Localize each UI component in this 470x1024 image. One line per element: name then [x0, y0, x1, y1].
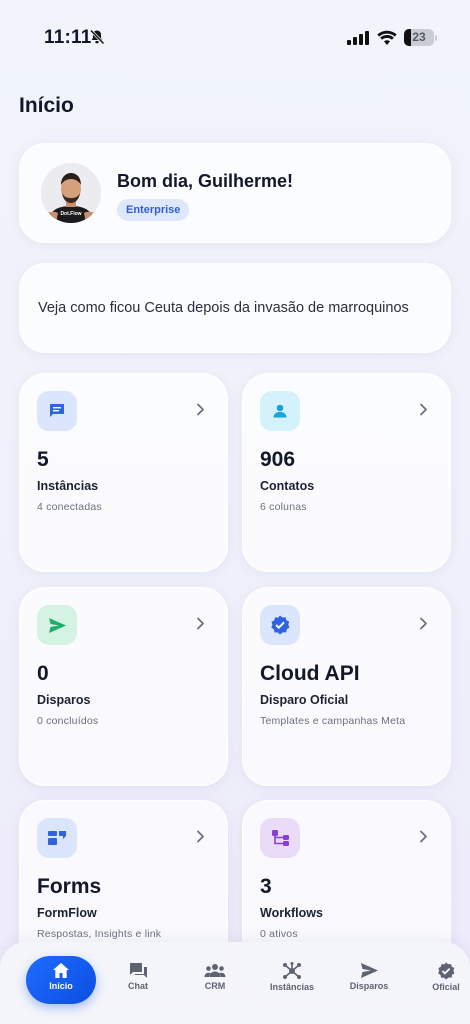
shirt-logo-text: Dot.Flow: [60, 211, 81, 217]
battery-level: 23: [412, 30, 426, 44]
profile-card[interactable]: Dot.Flow Bom dia, Guilherme! Enterprise: [19, 143, 451, 243]
tab-label: Disparos: [349, 981, 389, 991]
cellular-signal-icon: [347, 31, 369, 45]
tab-label: Instâncias: [269, 982, 315, 992]
stat-value: 906: [260, 448, 296, 471]
form-icon: [47, 829, 67, 847]
tab-chat[interactable]: Chat: [103, 956, 173, 1004]
workflow-icon: [271, 829, 290, 847]
stat-value: Cloud API: [260, 662, 360, 685]
stat-icon-badge: [37, 391, 77, 431]
avatar[interactable]: Dot.Flow: [41, 163, 101, 223]
stat-value: 5: [37, 448, 49, 471]
chevron-right-icon[interactable]: [196, 403, 205, 421]
page-title: Início: [19, 94, 74, 117]
stat-label: Contatos: [260, 479, 315, 493]
stat-value: Forms: [37, 875, 102, 898]
tab-inicio[interactable]: Início: [26, 956, 96, 1004]
verified-badge-icon: [438, 962, 455, 980]
stat-value: 3: [260, 875, 272, 898]
battery-tip: [435, 35, 437, 41]
stat-card-disparos[interactable]: 0 Disparos 0 concluídos: [19, 587, 228, 786]
person-icon: [271, 402, 289, 420]
bottom-tab-bar: Início Chat CRM Instâncias Disparos Ofic…: [0, 942, 470, 1024]
stat-label: FormFlow: [37, 906, 97, 920]
stat-subtitle: Respostas, Insights e link: [37, 928, 162, 940]
chevron-right-icon[interactable]: [196, 617, 205, 635]
stat-label: Instâncias: [37, 479, 99, 493]
stat-icon-badge: [260, 391, 300, 431]
news-ticker-card[interactable]: Veja como ficou Ceuta depois da invasão …: [19, 263, 451, 353]
chat-icon: [129, 963, 147, 978]
stat-subtitle: 0 concluídos: [37, 715, 99, 727]
stat-icon-badge: [37, 605, 77, 645]
stat-label: Workflows: [260, 906, 323, 920]
tab-label: Oficial: [432, 982, 460, 992]
chevron-right-icon[interactable]: [419, 830, 428, 848]
stat-subtitle: 0 ativos: [260, 928, 298, 940]
plan-badge: Enterprise: [117, 199, 190, 221]
chat-bubble-icon: [48, 402, 66, 420]
stat-icon-badge: [260, 818, 300, 858]
stat-subtitle: 6 colunas: [260, 501, 307, 513]
chevron-right-icon[interactable]: [419, 617, 428, 635]
bell-muted-icon: [89, 29, 105, 45]
wifi-icon: [377, 30, 397, 45]
stat-card-contatos[interactable]: 906 Contatos 6 colunas: [242, 373, 451, 572]
hub-icon: [283, 962, 301, 979]
status-bar: 11:11 23: [0, 0, 470, 70]
stat-icon-badge: [37, 818, 77, 858]
send-icon: [360, 963, 378, 978]
home-icon: [53, 963, 69, 978]
status-time: 11:11: [44, 27, 92, 48]
stat-icon-badge: [260, 605, 300, 645]
battery-icon: 23: [404, 29, 434, 46]
tab-label: Chat: [128, 981, 148, 991]
greeting-text: Bom dia, Guilherme!: [117, 171, 294, 191]
tab-oficial[interactable]: Oficial: [411, 956, 470, 1004]
stat-subtitle: Templates e campanhas Meta: [260, 715, 406, 727]
tab-instancias[interactable]: Instâncias: [257, 956, 327, 1004]
stat-card-instancias[interactable]: 5 Instâncias 4 conectadas: [19, 373, 228, 572]
verified-badge-icon: [270, 615, 290, 635]
stat-value: 0: [37, 662, 49, 685]
people-icon: [204, 964, 226, 977]
tab-crm[interactable]: CRM: [180, 956, 250, 1004]
tab-label: CRM: [204, 981, 226, 991]
news-ticker-text: Veja como ficou Ceuta depois da invasão …: [38, 300, 409, 316]
chevron-right-icon[interactable]: [419, 403, 428, 421]
stat-label: Disparos: [37, 693, 91, 707]
send-icon: [48, 617, 67, 634]
stat-label: Disparo Oficial: [260, 693, 349, 707]
tab-disparos[interactable]: Disparos: [334, 956, 404, 1004]
tab-label: Início: [49, 981, 73, 991]
chevron-right-icon[interactable]: [196, 830, 205, 848]
stat-subtitle: 4 conectadas: [37, 501, 102, 513]
stat-card-disparo-oficial[interactable]: Cloud API Disparo Oficial Templates e ca…: [242, 587, 451, 786]
